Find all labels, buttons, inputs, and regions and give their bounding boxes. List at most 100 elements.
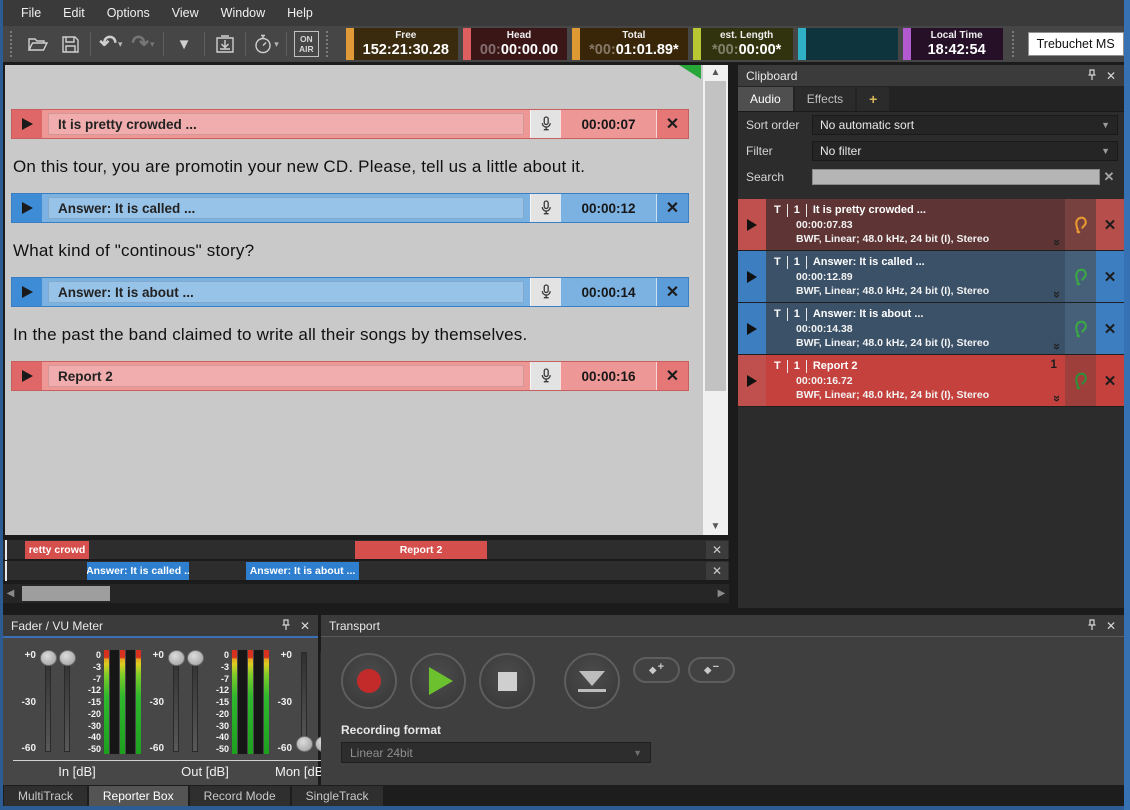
remove-marker-button[interactable]: ◆ − bbox=[688, 657, 735, 683]
script-text[interactable]: In the past the band claimed to write al… bbox=[13, 323, 689, 347]
item-delete-button[interactable]: ✕ bbox=[1096, 303, 1124, 354]
record-button[interactable] bbox=[341, 653, 397, 709]
clip-record-button[interactable] bbox=[530, 110, 560, 138]
import-button[interactable] bbox=[209, 29, 241, 59]
item-prelisten-button[interactable] bbox=[1065, 303, 1096, 354]
clip-title-field[interactable]: Answer: It is about ... bbox=[48, 281, 524, 303]
close-icon[interactable]: ✕ bbox=[1106, 620, 1116, 632]
scroll-up-icon[interactable]: ▲ bbox=[703, 65, 728, 81]
clipboard-tab-audio[interactable]: Audio bbox=[738, 87, 793, 111]
timeline-track2-close-button[interactable]: ✕ bbox=[706, 562, 728, 580]
close-icon[interactable]: ✕ bbox=[1106, 70, 1116, 82]
timeline-scrollbar[interactable]: ◀ ▶ bbox=[3, 584, 729, 603]
fader-slider[interactable] bbox=[39, 650, 58, 754]
pin-icon[interactable] bbox=[1087, 68, 1097, 83]
clip-record-button[interactable] bbox=[530, 278, 560, 306]
menu-window[interactable]: Window bbox=[210, 0, 276, 26]
toolbar-grip[interactable] bbox=[325, 31, 334, 57]
fader-knob[interactable] bbox=[40, 650, 57, 666]
timeline-track1-close-button[interactable]: ✕ bbox=[706, 541, 728, 559]
clip-delete-button[interactable]: ✕ bbox=[656, 278, 688, 306]
item-play-button[interactable] bbox=[738, 303, 766, 354]
clip-title-field[interactable]: Answer: It is called ... bbox=[48, 197, 524, 219]
pin-icon[interactable] bbox=[1087, 618, 1097, 633]
sort-order-select[interactable]: No automatic sort ▼ bbox=[812, 115, 1118, 135]
drop-to-end-button[interactable] bbox=[564, 653, 620, 709]
item-prelisten-button[interactable] bbox=[1065, 199, 1096, 250]
collapse-chevrons-icon[interactable]: » bbox=[1050, 291, 1065, 298]
clip-delete-button[interactable]: ✕ bbox=[656, 194, 688, 222]
scrollbar-thumb[interactable] bbox=[22, 586, 110, 601]
clip-title-field[interactable]: Report 2 bbox=[48, 365, 524, 387]
script-text[interactable]: On this tour, you are promotin your new … bbox=[13, 155, 689, 179]
script-text[interactable]: What kind of "continous" story? bbox=[13, 239, 689, 263]
item-play-button[interactable] bbox=[738, 355, 766, 406]
item-prelisten-button[interactable] bbox=[1065, 251, 1096, 302]
filter-select[interactable]: No filter ▼ bbox=[812, 141, 1118, 161]
item-play-button[interactable] bbox=[738, 199, 766, 250]
fader-slider[interactable] bbox=[167, 650, 186, 754]
fader-knob[interactable] bbox=[59, 650, 76, 666]
close-icon[interactable]: ✕ bbox=[300, 620, 310, 632]
timer-button[interactable]: ▾ bbox=[250, 29, 282, 59]
scroll-right-icon[interactable]: ▶ bbox=[714, 584, 729, 603]
fader-knob[interactable] bbox=[168, 650, 185, 666]
timeline-track-1[interactable]: ✕ retty crowd Report 2 bbox=[3, 540, 729, 560]
audio-clip-row[interactable]: Answer: It is about ... 00:00:14 ✕ bbox=[11, 277, 689, 307]
clear-search-icon[interactable]: ✕ bbox=[1100, 169, 1118, 185]
mode-tab-singletrack[interactable]: SingleTrack bbox=[291, 785, 383, 807]
font-selector[interactable]: Trebuchet MS bbox=[1027, 32, 1124, 56]
menu-edit[interactable]: Edit bbox=[52, 0, 96, 26]
collapse-chevrons-icon[interactable]: » bbox=[1050, 239, 1065, 246]
clip-play-button[interactable] bbox=[12, 110, 42, 138]
timeline-clip[interactable]: Answer: It is about ... bbox=[246, 562, 359, 580]
audio-clip-row[interactable]: It is pretty crowded ... 00:00:07 ✕ bbox=[11, 109, 689, 139]
mode-tab-multitrack[interactable]: MultiTrack bbox=[4, 785, 87, 807]
fader-knob[interactable] bbox=[296, 736, 313, 752]
scrollbar-thumb[interactable] bbox=[705, 81, 726, 391]
timeline-clip[interactable]: Answer: It is called .. bbox=[87, 562, 189, 580]
item-delete-button[interactable]: ✕ bbox=[1096, 251, 1124, 302]
editor-scrollbar[interactable]: ▲ ▼ bbox=[703, 65, 728, 535]
clipboard-item[interactable]: T 1 Answer: It is called ... 00:00:12.89… bbox=[738, 251, 1124, 303]
play-button[interactable] bbox=[410, 653, 466, 709]
collapse-chevrons-icon[interactable]: » bbox=[1050, 395, 1065, 402]
recording-format-select[interactable]: Linear 24bit ▼ bbox=[341, 742, 651, 763]
add-tab-button[interactable]: + bbox=[857, 87, 890, 111]
search-input[interactable] bbox=[812, 169, 1100, 185]
undo-button[interactable]: ↶ ▾ bbox=[95, 29, 127, 59]
mode-tab-reporter-box[interactable]: Reporter Box bbox=[88, 785, 188, 807]
clip-record-button[interactable] bbox=[530, 194, 560, 222]
pin-icon[interactable] bbox=[281, 618, 291, 633]
stop-button[interactable] bbox=[479, 653, 535, 709]
fader-slider[interactable] bbox=[186, 650, 205, 754]
open-folder-button[interactable] bbox=[22, 29, 54, 59]
menu-help[interactable]: Help bbox=[276, 0, 324, 26]
audio-clip-row[interactable]: Answer: It is called ... 00:00:12 ✕ bbox=[11, 193, 689, 223]
clip-delete-button[interactable]: ✕ bbox=[656, 362, 688, 390]
fader-slider[interactable] bbox=[295, 650, 314, 754]
collapse-chevrons-icon[interactable]: » bbox=[1050, 343, 1065, 350]
menu-options[interactable]: Options bbox=[96, 0, 161, 26]
redo-button[interactable]: ↷ ▾ bbox=[127, 29, 159, 59]
clip-play-button[interactable] bbox=[12, 194, 42, 222]
mode-tab-record-mode[interactable]: Record Mode bbox=[189, 785, 290, 807]
on-air-button[interactable]: ON AIR bbox=[294, 31, 319, 57]
clipboard-item[interactable]: T 1 It is pretty crowded ... 00:00:07.83… bbox=[738, 199, 1124, 251]
menu-view[interactable]: View bbox=[161, 0, 210, 26]
audio-clip-row[interactable]: Report 2 00:00:16 ✕ bbox=[11, 361, 689, 391]
item-delete-button[interactable]: ✕ bbox=[1096, 355, 1124, 406]
editor-content[interactable]: It is pretty crowded ... 00:00:07 ✕ On t… bbox=[5, 65, 703, 535]
item-prelisten-button[interactable] bbox=[1065, 355, 1096, 406]
script-editor[interactable]: It is pretty crowded ... 00:00:07 ✕ On t… bbox=[5, 65, 728, 535]
item-delete-button[interactable]: ✕ bbox=[1096, 199, 1124, 250]
clip-delete-button[interactable]: ✕ bbox=[656, 110, 688, 138]
scroll-down-icon[interactable]: ▼ bbox=[703, 519, 728, 535]
item-play-button[interactable] bbox=[738, 251, 766, 302]
timeline-clip[interactable]: retty crowd bbox=[25, 541, 89, 559]
clipboard-tab-effects[interactable]: Effects bbox=[794, 87, 856, 111]
toolbar-grip[interactable] bbox=[1011, 31, 1020, 57]
clipboard-item[interactable]: T 1 Report 2 00:00:16.72 BWF, Linear; 48… bbox=[738, 355, 1124, 407]
save-button[interactable] bbox=[54, 29, 86, 59]
insert-marker-button[interactable]: ▼ bbox=[168, 29, 200, 59]
